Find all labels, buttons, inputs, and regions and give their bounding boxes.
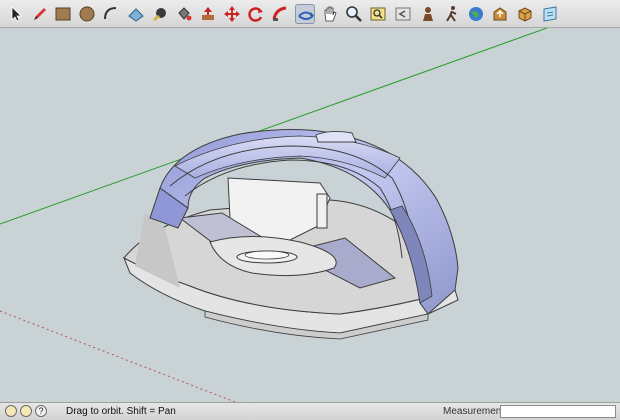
magnifier-icon [346, 6, 362, 22]
red-axis-dotted [0, 310, 236, 402]
share-model-tool-button[interactable] [490, 4, 510, 24]
geo-location-icon[interactable] [5, 405, 17, 417]
push-pull-tool-button[interactable] [198, 4, 218, 24]
rectangle-icon [55, 7, 71, 21]
arrow-cursor-icon [11, 6, 22, 22]
walk-tool-button[interactable] [442, 4, 462, 24]
previous-view-tool-button[interactable] [393, 4, 413, 24]
circle-icon [79, 6, 95, 22]
tape-measure-icon [153, 8, 166, 22]
move-tool-button[interactable] [222, 4, 242, 24]
pencil-icon [34, 8, 46, 20]
extension-tool-button[interactable] [540, 4, 560, 24]
paint-bucket-tool-button[interactable] [174, 4, 194, 24]
arc-tool-button[interactable] [101, 4, 121, 24]
rotate-tool-button[interactable] [246, 4, 266, 24]
previous-view-icon [395, 7, 411, 21]
share-icon [493, 7, 507, 21]
zoom-extents-icon [370, 7, 386, 21]
status-bar: ? Drag to orbit. Shift = Pan Measurement… [0, 402, 620, 420]
rotate-icon [248, 7, 263, 22]
position-camera-tool-button[interactable] [418, 4, 438, 24]
measurements-input[interactable] [500, 405, 616, 418]
push-pull-icon [202, 7, 214, 20]
iron-model[interactable] [123, 128, 459, 340]
hand-icon [324, 6, 337, 22]
eraser-tool-button[interactable] [126, 4, 146, 24]
follow-me-icon [272, 6, 287, 21]
paint-bucket-icon [178, 7, 192, 21]
get-models-tool-button[interactable] [466, 4, 486, 24]
globe-icon [469, 7, 483, 21]
status-hint-text: Drag to orbit. Shift = Pan [66, 406, 176, 417]
components-tool-button[interactable] [515, 4, 535, 24]
zoom-tool-button[interactable] [344, 4, 364, 24]
select-tool-button[interactable] [6, 4, 26, 24]
3d-model-canvas[interactable] [0, 28, 620, 402]
walk-icon [446, 6, 457, 22]
handle-post [316, 193, 328, 229]
zoom-extents-tool-button[interactable] [368, 4, 388, 24]
position-camera-icon [423, 7, 433, 21]
move-icon [224, 6, 240, 22]
orbit-icon [298, 11, 314, 20]
rectangle-tool-button[interactable] [53, 4, 73, 24]
pencil-tool-button[interactable] [30, 4, 50, 24]
arc-icon [104, 7, 117, 20]
main-toolbar [0, 0, 620, 28]
dial-knob-top [244, 250, 290, 260]
tape-measure-tool-button[interactable] [150, 4, 170, 24]
orbit-tool-button[interactable] [295, 4, 315, 24]
components-icon [518, 7, 532, 22]
circle-tool-button[interactable] [77, 4, 97, 24]
extension-icon [543, 6, 557, 22]
help-icon[interactable]: ? [35, 405, 47, 417]
follow-me-tool-button[interactable] [270, 4, 290, 24]
credits-icon[interactable] [20, 405, 32, 417]
pan-tool-button[interactable] [320, 4, 340, 24]
model-viewport[interactable] [0, 28, 620, 402]
eraser-icon [128, 8, 144, 22]
handle-bump [315, 130, 357, 143]
